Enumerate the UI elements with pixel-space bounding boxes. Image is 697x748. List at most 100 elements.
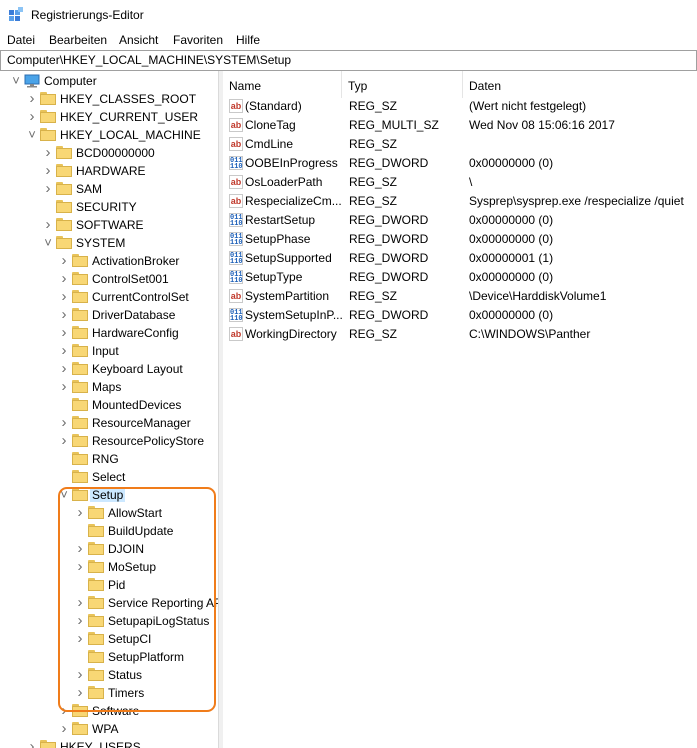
tree-node[interactable]: › Maps (0, 378, 218, 396)
tree-node[interactable]: › HKEY_USERS (0, 738, 218, 748)
tree-node[interactable]: › ResourceManager (0, 414, 218, 432)
address-bar[interactable]: Computer\HKEY_LOCAL_MACHINE\SYSTEM\Setup (0, 50, 697, 71)
tree-node[interactable]: ˅ Computer (0, 72, 218, 90)
chevron-down-icon[interactable]: ˅ (42, 236, 54, 250)
value-row[interactable]: 011 110 SystemSetupInP... REG_DWORD 0x000000… (223, 306, 697, 325)
tree-node[interactable]: › HKEY_CLASSES_ROOT (0, 90, 218, 108)
tree-node[interactable]: ˅ Setup (0, 486, 218, 504)
tree-node[interactable]: › HARDWARE (0, 162, 218, 180)
chevron-right-icon[interactable]: › (58, 433, 70, 448)
menu-hilfe[interactable]: Hilfe (236, 33, 260, 47)
value-row[interactable]: 011 110 SetupSupported REG_DWORD 0x00000001 … (223, 249, 697, 268)
chevron-right-icon[interactable]: › (58, 415, 70, 430)
tree-node[interactable]: › DJOIN (0, 540, 218, 558)
tree-node[interactable]: › Keyboard Layout (0, 360, 218, 378)
chevron-right-icon[interactable]: › (58, 253, 70, 268)
folder-icon (72, 434, 88, 447)
chevron-down-icon[interactable]: ˅ (10, 74, 22, 88)
chevron-down-icon[interactable]: ˅ (26, 128, 38, 142)
column-header-data[interactable]: Daten (463, 71, 697, 98)
chevron-right-icon[interactable]: › (58, 343, 70, 358)
tree-node[interactable]: › ActivationBroker (0, 252, 218, 270)
tree-node[interactable]: SetupPlatform (0, 648, 218, 666)
values-list[interactable]: Name Typ Daten ab (Standard) REG_SZ (Wert n… (223, 71, 697, 748)
chevron-right-icon[interactable]: › (58, 361, 70, 376)
chevron-right-icon[interactable]: › (58, 703, 70, 718)
chevron-right-icon[interactable]: › (74, 667, 86, 682)
chevron-right-icon[interactable]: › (74, 559, 86, 574)
tree-node[interactable]: › SOFTWARE (0, 216, 218, 234)
chevron-down-icon[interactable]: ˅ (58, 488, 70, 502)
tree-node-label: SetupCI (108, 632, 152, 646)
chevron-right-icon[interactable]: › (42, 163, 54, 178)
value-row[interactable]: 011 110 SetupPhase REG_DWORD 0x00000000 (0) (223, 230, 697, 249)
tree-node[interactable]: ˅ SYSTEM (0, 234, 218, 252)
menu-bearbeiten[interactable]: Bearbeiten (49, 33, 107, 47)
tree-node-label: WPA (92, 722, 119, 736)
tree-node-label: Maps (92, 380, 122, 394)
value-row[interactable]: 011 110 OOBEInProgress REG_DWORD 0x00000000 … (223, 154, 697, 173)
tree-node-label: ResourcePolicyStore (92, 434, 205, 448)
tree-node[interactable]: MountedDevices (0, 396, 218, 414)
tree-node[interactable]: › Service Reporting AP (0, 594, 219, 612)
value-row[interactable]: ab WorkingDirectory REG_SZ C:\WINDOWS\Panth… (223, 325, 697, 344)
chevron-right-icon[interactable]: › (42, 217, 54, 232)
tree-node[interactable]: › Software (0, 702, 218, 720)
column-header-type[interactable]: Typ (342, 71, 463, 98)
chevron-right-icon[interactable]: › (58, 325, 70, 340)
menu-ansicht[interactable]: Ansicht (119, 33, 158, 47)
tree-node[interactable]: RNG (0, 450, 218, 468)
binary-value-icon: 011 110 (229, 156, 243, 171)
tree-node[interactable]: ˅ HKEY_LOCAL_MACHINE (0, 126, 218, 144)
registry-tree[interactable]: ˅ Computer › HKEY_CLASSES_ROOT › HKEY_CURRENT… (0, 71, 218, 748)
value-row[interactable]: ab SystemPartition REG_SZ \Device\HarddiskV… (223, 287, 697, 306)
tree-node[interactable]: › DriverDatabase (0, 306, 218, 324)
chevron-right-icon[interactable]: › (74, 631, 86, 646)
value-row[interactable]: ab CloneTag REG_MULTI_SZ Wed Nov 08 15:06:1… (223, 116, 697, 135)
tree-node[interactable]: Pid (0, 576, 218, 594)
tree-node[interactable]: › HKEY_CURRENT_USER (0, 108, 218, 126)
chevron-right-icon[interactable]: › (58, 721, 70, 736)
column-header-name[interactable]: Name (223, 71, 342, 98)
chevron-right-icon[interactable]: › (74, 541, 86, 556)
menu-favoriten[interactable]: Favoriten (173, 33, 223, 47)
tree-node[interactable]: › HardwareConfig (0, 324, 218, 342)
tree-node[interactable]: › ResourcePolicyStore (0, 432, 218, 450)
tree-node[interactable]: BuildUpdate (0, 522, 218, 540)
chevron-right-icon[interactable]: › (26, 109, 38, 124)
tree-node[interactable]: SECURITY (0, 198, 218, 216)
tree-node[interactable]: › Timers (0, 684, 218, 702)
tree-node[interactable]: › CurrentControlSet (0, 288, 218, 306)
chevron-right-icon[interactable]: › (74, 685, 86, 700)
chevron-right-icon[interactable]: › (74, 613, 86, 628)
value-row[interactable]: ab RespecializeCm... REG_SZ Sysprep\sysprep… (223, 192, 697, 211)
menu-datei[interactable]: Datei (7, 33, 35, 47)
chevron-right-icon[interactable]: › (26, 739, 38, 748)
chevron-right-icon[interactable]: › (42, 181, 54, 196)
tree-node[interactable]: › AllowStart (0, 504, 218, 522)
chevron-right-icon[interactable]: › (74, 505, 86, 520)
tree-node[interactable]: › SetupapiLogStatus (0, 612, 218, 630)
tree-node[interactable]: › MoSetup (0, 558, 218, 576)
tree-node[interactable]: › SAM (0, 180, 218, 198)
tree-node[interactable]: › ControlSet001 (0, 270, 218, 288)
tree-node[interactable]: › SetupCI (0, 630, 218, 648)
tree-node[interactable]: Select (0, 468, 218, 486)
value-row[interactable]: ab CmdLine REG_SZ (223, 135, 697, 154)
value-row[interactable]: 011 110 RestartSetup REG_DWORD 0x00000000 (0… (223, 211, 697, 230)
chevron-right-icon[interactable]: › (58, 289, 70, 304)
value-row[interactable]: ab (Standard) REG_SZ (Wert nicht festgelegt… (223, 97, 697, 116)
chevron-right-icon[interactable]: › (42, 145, 54, 160)
tree-node[interactable]: › Status (0, 666, 218, 684)
tree-node[interactable]: › WPA (0, 720, 218, 738)
chevron-right-icon[interactable]: › (58, 271, 70, 286)
tree-node[interactable]: › BCD00000000 (0, 144, 218, 162)
tree-node[interactable]: › Input (0, 342, 218, 360)
chevron-right-icon[interactable]: › (74, 595, 86, 610)
value-row[interactable]: ab OsLoaderPath REG_SZ \ (223, 173, 697, 192)
menu-bar: Datei Bearbeiten Ansicht Favoriten Hilfe (0, 31, 697, 50)
chevron-right-icon[interactable]: › (58, 379, 70, 394)
value-row[interactable]: 011 110 SetupType REG_DWORD 0x00000000 (0) (223, 268, 697, 287)
chevron-right-icon[interactable]: › (58, 307, 70, 322)
chevron-right-icon[interactable]: › (26, 91, 38, 106)
